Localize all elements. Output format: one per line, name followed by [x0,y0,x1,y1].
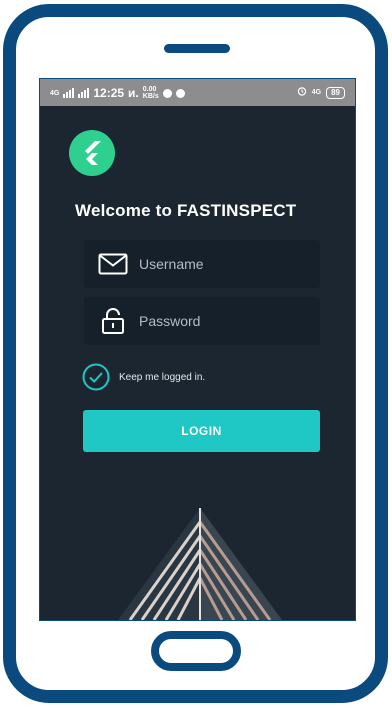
phone-screen: 4G 12:25 ᴎ. 0.00 KB/s 4G 89 Welcome to F… [40,79,355,620]
home-button[interactable] [151,631,241,671]
network-type-left: 4G [50,89,60,97]
carrier-text: ᴎ. [128,86,139,100]
keep-logged-in-label: Keep me logged in. [119,371,206,383]
speed-value: 0.00 [142,86,157,93]
network-speed: 0.00 KB/s [143,86,159,100]
lock-icon [96,307,130,335]
password-field[interactable]: Password [84,297,320,345]
welcome-title: Welcome to FASTINSPECT [75,201,297,220]
building-background-image [110,504,290,620]
login-button[interactable]: LOGIN [83,410,320,452]
phone-speaker [164,44,230,53]
username-placeholder: Username [139,256,204,272]
signal-icon-2 [78,88,90,98]
alarm-icon [297,86,307,99]
signal-icon [63,88,75,98]
chat-icon [175,88,185,98]
status-left: 4G 12:25 ᴎ. 0.00 KB/s [50,86,185,100]
battery-icon: 89 [326,86,345,99]
messenger-icon [162,88,172,98]
status-right: 4G 89 [297,86,345,99]
username-field[interactable]: Username [84,240,320,288]
password-placeholder: Password [139,313,201,329]
network-type-right: 4G [311,89,322,96]
status-time: 12:25 [93,86,125,100]
envelope-icon [96,250,130,278]
status-bar: 4G 12:25 ᴎ. 0.00 KB/s 4G 89 [40,79,355,106]
keep-logged-in-checkbox[interactable]: Keep me logged in. [82,363,205,391]
check-circle-icon [82,363,110,391]
flutter-logo-icon [69,130,115,176]
speed-unit: KB/s [142,93,159,100]
